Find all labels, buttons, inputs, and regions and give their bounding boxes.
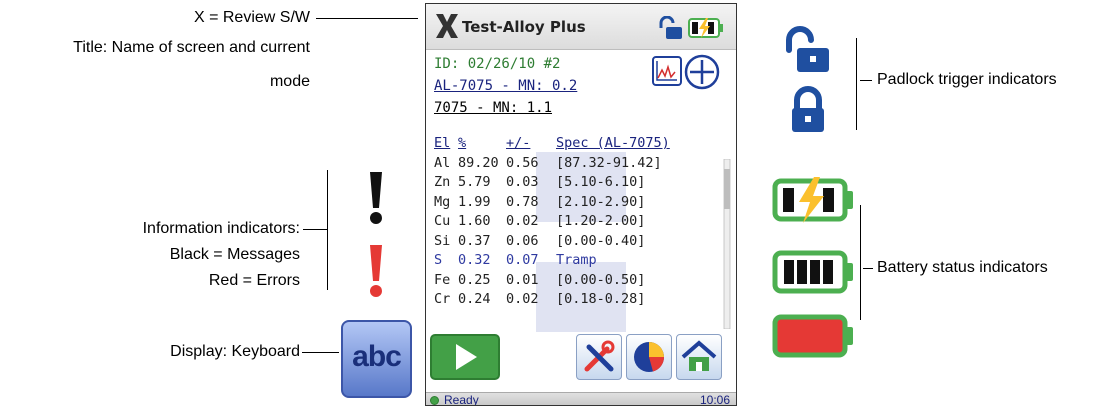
annotation-keyboard: Display: Keyboard	[170, 343, 300, 360]
col-header-err[interactable]: +/-	[506, 134, 556, 154]
cell-el: Si	[434, 232, 451, 249]
cell-pct: 0.37	[458, 232, 491, 249]
annotation-info-line2: Black = Messages	[169, 246, 300, 263]
padlock-open-icon	[786, 26, 829, 72]
graph-icon	[656, 61, 677, 81]
title-bar: Test-Alloy Plus	[426, 4, 736, 50]
x-review-icon[interactable]	[434, 11, 460, 41]
cell-err: 0.06	[506, 232, 539, 249]
bracket-battery	[860, 205, 861, 320]
cell-err: 0.01	[506, 271, 539, 288]
annotation-review: X = Review S/W	[193, 9, 310, 26]
cell-el: Zn	[434, 174, 451, 190]
element-results-table: El % +/- Spec (AL-7075) Al 89.20 0.56 [87.3…	[434, 134, 702, 310]
cell-el: Mg	[434, 193, 451, 210]
best-match-link[interactable]: AL-7075 - MN: 0.2	[434, 78, 577, 94]
cell-el: Al	[434, 154, 451, 171]
table-row: Al 89.20 0.56 [87.32-91.42]	[434, 154, 702, 174]
cell-pct: 89.20	[458, 154, 499, 171]
start-test-button[interactable]	[430, 334, 500, 380]
keyboard-abc-icon: abc	[341, 320, 412, 398]
cell-err: 0.02	[506, 291, 539, 307]
annotation-title-line1: Title: Name of screen and current	[73, 39, 310, 56]
cell-pct: 1.99	[458, 193, 491, 210]
status-bar: Ready 10:06	[426, 392, 736, 406]
cell-spec: [0.00-0.40]	[556, 232, 646, 249]
cell-err: 0.03	[506, 174, 539, 190]
annotation-battery: Battery status indicators	[877, 259, 1048, 276]
cell-spec: [5.10-6.10]	[556, 174, 646, 190]
tools-icon	[584, 340, 615, 372]
leader-line-keyboard	[302, 352, 339, 353]
cell-err: 0.78	[506, 193, 539, 210]
cell-spec: [0.00-0.50]	[556, 271, 646, 288]
graph-button[interactable]	[652, 56, 682, 86]
cell-pct: 0.24	[458, 291, 491, 307]
leader-line-padlock	[860, 80, 872, 81]
cell-pct: 5.79	[458, 174, 491, 190]
table-header-row: El % +/- Spec (AL-7075)	[434, 134, 702, 154]
exclamation-red-icon	[370, 245, 382, 297]
pie-chart-icon	[634, 342, 665, 372]
tools-button[interactable]	[576, 334, 622, 380]
clock: 10:06	[699, 393, 730, 406]
battery-charging-icon	[688, 18, 723, 38]
padlock-closed-icon	[792, 86, 824, 132]
cell-spec: [2.10-2.90]	[556, 193, 646, 210]
col-header-el[interactable]: El	[434, 134, 458, 154]
exclamation-black-icon	[370, 172, 382, 224]
leader-line-review	[316, 18, 418, 19]
annotation-info-line3: Red = Errors	[208, 272, 300, 289]
home-button[interactable]	[676, 334, 722, 380]
cell-pct: 0.32	[458, 252, 491, 268]
leader-line-battery	[863, 268, 873, 269]
bracket-padlock	[856, 38, 857, 130]
table-row: Si 0.37 0.06 [0.00-0.40]	[434, 232, 702, 252]
table-row: Cr 0.24 0.02 [0.18-0.28]	[434, 290, 702, 310]
cell-pct: 1.60	[458, 213, 491, 229]
annotation-padlock: Padlock trigger indicators	[877, 71, 1057, 88]
cell-spec: [87.32-91.42]	[556, 154, 662, 171]
cell-spec: [1.20-2.00]	[556, 213, 646, 229]
table-row: Zn 5.79 0.03 [5.10-6.10]	[434, 173, 702, 193]
pie-chart-button[interactable]	[626, 334, 672, 380]
cell-err: 0.56	[506, 154, 539, 171]
screen-title: Test-Alloy Plus	[462, 18, 586, 36]
cell-err: 0.07	[506, 252, 539, 268]
cell-spec: [0.18-0.28]	[556, 291, 646, 307]
cell-spec: Tramp	[556, 252, 597, 268]
battery-full-icon	[772, 250, 853, 294]
cell-el: Cu	[434, 213, 451, 229]
cell-err: 0.02	[506, 213, 539, 229]
cell-pct: 0.25	[458, 271, 491, 288]
bracket-info	[327, 170, 328, 290]
device-screen: Test-Alloy Plus ID: 02/26/10 #2 AL-7075 …	[425, 3, 737, 406]
cell-el: S	[434, 252, 443, 268]
table-row: Fe 0.25 0.01 [0.00-0.50]	[434, 271, 702, 291]
cell-el: Fe	[434, 271, 451, 288]
col-header-spec[interactable]: Spec (AL-7075)	[556, 134, 702, 154]
table-row: Mg 1.99 0.78 [2.10-2.90]	[434, 193, 702, 213]
annotation-title-line2: mode	[269, 73, 310, 90]
second-match-link[interactable]: 7075 - MN: 1.1	[434, 100, 552, 116]
battery-empty-icon	[772, 314, 853, 358]
cell-el: Cr	[434, 291, 451, 307]
sample-id: ID: 02/26/10 #2	[434, 56, 561, 72]
table-row-tramp: S 0.32 0.07 Tramp	[434, 251, 702, 271]
status-text: Ready	[444, 393, 479, 406]
table-scrollbar[interactable]	[722, 159, 732, 329]
battery-charging-icon	[772, 177, 853, 223]
annotation-info-line1: Information indicators:	[142, 220, 300, 237]
leader-line-info	[303, 229, 327, 230]
zoom-plus-icon[interactable]	[684, 54, 720, 90]
col-header-pct[interactable]: %	[458, 134, 506, 154]
home-icon	[681, 340, 717, 371]
padlock-open-icon	[659, 16, 682, 39]
status-indicator-icon	[430, 396, 439, 405]
table-row: Cu 1.60 0.02 [1.20-2.00]	[434, 212, 702, 232]
